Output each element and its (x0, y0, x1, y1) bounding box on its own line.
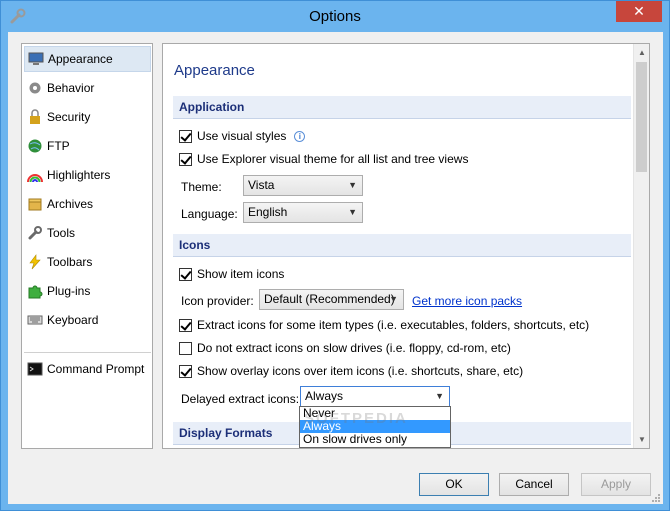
nav-item-keyboard[interactable]: Keyboard (24, 307, 151, 333)
no-extract-slow-label: Do not extract icons on slow drives (i.e… (197, 341, 511, 355)
language-label: Language: (181, 207, 238, 221)
use-explorer-theme-label: Use Explorer visual theme for all list a… (197, 152, 469, 166)
options-window: Options ✕ Appearance Behavior Security F… (0, 0, 670, 511)
icon-provider-label: Icon provider: (181, 294, 254, 308)
globe-icon (27, 138, 43, 154)
nav-label: Archives (47, 197, 94, 211)
ok-button[interactable]: OK (419, 473, 489, 496)
cancel-button[interactable]: Cancel (499, 473, 569, 496)
delayed-extract-value: Always (305, 389, 344, 403)
gear-icon (27, 80, 43, 96)
use-explorer-theme-checkbox[interactable] (179, 152, 192, 166)
show-overlay-checkbox[interactable] (179, 364, 192, 378)
nav-item-highlighters[interactable]: Highlighters (24, 162, 151, 188)
nav-label: Toolbars (47, 255, 93, 269)
nav-item-toolbars[interactable]: Toolbars (24, 249, 151, 275)
use-explorer-theme-option[interactable]: Use Explorer visual theme for all list a… (179, 152, 468, 166)
extract-icons-checkbox[interactable] (179, 318, 192, 332)
nav-label: Security (47, 110, 91, 124)
theme-value: Vista (248, 178, 275, 192)
close-icon: ✕ (633, 3, 645, 19)
apply-button[interactable]: Apply (581, 473, 651, 496)
use-visual-styles-option[interactable]: Use visual styles i (179, 129, 306, 143)
no-extract-slow-option[interactable]: Do not extract icons on slow drives (i.e… (179, 341, 511, 355)
console-icon (27, 361, 43, 377)
page-title: Appearance (174, 62, 255, 79)
delayed-extract-dropdown-list: Never Always On slow drives only (299, 406, 451, 448)
nav-item-command-prompt[interactable]: Command Prompt (24, 356, 151, 382)
nav-label: FTP (47, 139, 70, 153)
chevron-down-icon: ▼ (389, 294, 398, 304)
nav-item-tools[interactable]: Tools (24, 220, 151, 246)
nav-item-ftp[interactable]: FTP (24, 133, 151, 159)
title-bar[interactable]: Options ✕ (1, 1, 669, 33)
monitor-icon (28, 51, 44, 67)
resize-grip-icon[interactable] (651, 492, 661, 502)
show-item-icons-label: Show item icons (197, 267, 285, 281)
show-overlay-label: Show overlay icons over item icons (i.e.… (197, 364, 524, 378)
section-heading-icons: Icons (173, 234, 631, 257)
scrollbar-thumb[interactable] (636, 62, 647, 172)
icon-provider-value: Default (Recommended) (264, 292, 395, 306)
dialog-client: Appearance Behavior Security FTP Highlig… (8, 32, 663, 504)
nav-item-appearance[interactable]: Appearance (24, 46, 151, 72)
language-select[interactable]: English ▼ (243, 202, 363, 223)
use-visual-styles-checkbox[interactable] (179, 129, 192, 143)
no-extract-slow-checkbox[interactable] (179, 341, 192, 355)
dropdown-option-on-slow-drives[interactable]: On slow drives only (300, 433, 450, 446)
nav-label: Appearance (48, 52, 113, 66)
nav-item-behavior[interactable]: Behavior (24, 75, 151, 101)
puzzle-icon (27, 283, 43, 299)
settings-scroll-area: Appearance Application Use visual styles… (163, 44, 634, 448)
window-title: Options (309, 8, 361, 25)
section-heading-application: Application (173, 96, 631, 119)
theme-select[interactable]: Vista ▼ (243, 175, 363, 196)
nav-item-plugins[interactable]: Plug-ins (24, 278, 151, 304)
nav-label: Behavior (47, 81, 95, 95)
box-icon (27, 196, 43, 212)
settings-panel: Appearance Application Use visual styles… (162, 43, 650, 449)
nav-label: Plug-ins (47, 284, 91, 298)
get-more-icon-packs-link[interactable]: Get more icon packs (412, 294, 522, 308)
scroll-down-icon[interactable]: ▼ (634, 431, 649, 448)
nav-item-security[interactable]: Security (24, 104, 151, 130)
wrench-icon (27, 225, 43, 241)
show-overlay-option[interactable]: Show overlay icons over item icons (i.e.… (179, 364, 523, 378)
show-item-icons-option[interactable]: Show item icons (179, 267, 284, 281)
theme-label: Theme: (181, 180, 222, 194)
show-item-icons-checkbox[interactable] (179, 267, 192, 281)
icon-provider-select[interactable]: Default (Recommended) ▼ (259, 289, 404, 310)
nav-separator (24, 352, 151, 353)
nav-label: Tools (47, 226, 76, 240)
delayed-extract-select[interactable]: Always ▼ (300, 386, 450, 407)
close-button[interactable]: ✕ (616, 1, 662, 22)
language-value: English (248, 205, 288, 219)
nav-item-archives[interactable]: Archives (24, 191, 151, 217)
chevron-down-icon: ▼ (348, 180, 357, 190)
rainbow-icon (27, 167, 43, 183)
chevron-down-icon: ▼ (435, 391, 444, 401)
vertical-scrollbar[interactable]: ▲ ▼ (633, 44, 649, 448)
use-visual-styles-label: Use visual styles (197, 129, 287, 143)
category-list: Appearance Behavior Security FTP Highlig… (21, 43, 153, 449)
extract-icons-option[interactable]: Extract icons for some item types (i.e. … (179, 318, 589, 332)
delayed-extract-label: Delayed extract icons: (181, 392, 300, 406)
nav-label: Command Prompt (47, 362, 145, 376)
scroll-up-icon[interactable]: ▲ (634, 44, 649, 61)
nav-label: Keyboard (47, 313, 99, 327)
lightning-icon (27, 254, 43, 270)
lock-icon (27, 109, 43, 125)
nav-label: Highlighters (47, 168, 111, 182)
keyboard-icon (27, 312, 43, 328)
extract-icons-label: Extract icons for some item types (i.e. … (197, 318, 590, 332)
info-icon[interactable]: i (294, 130, 306, 142)
chevron-down-icon: ▼ (348, 207, 357, 217)
